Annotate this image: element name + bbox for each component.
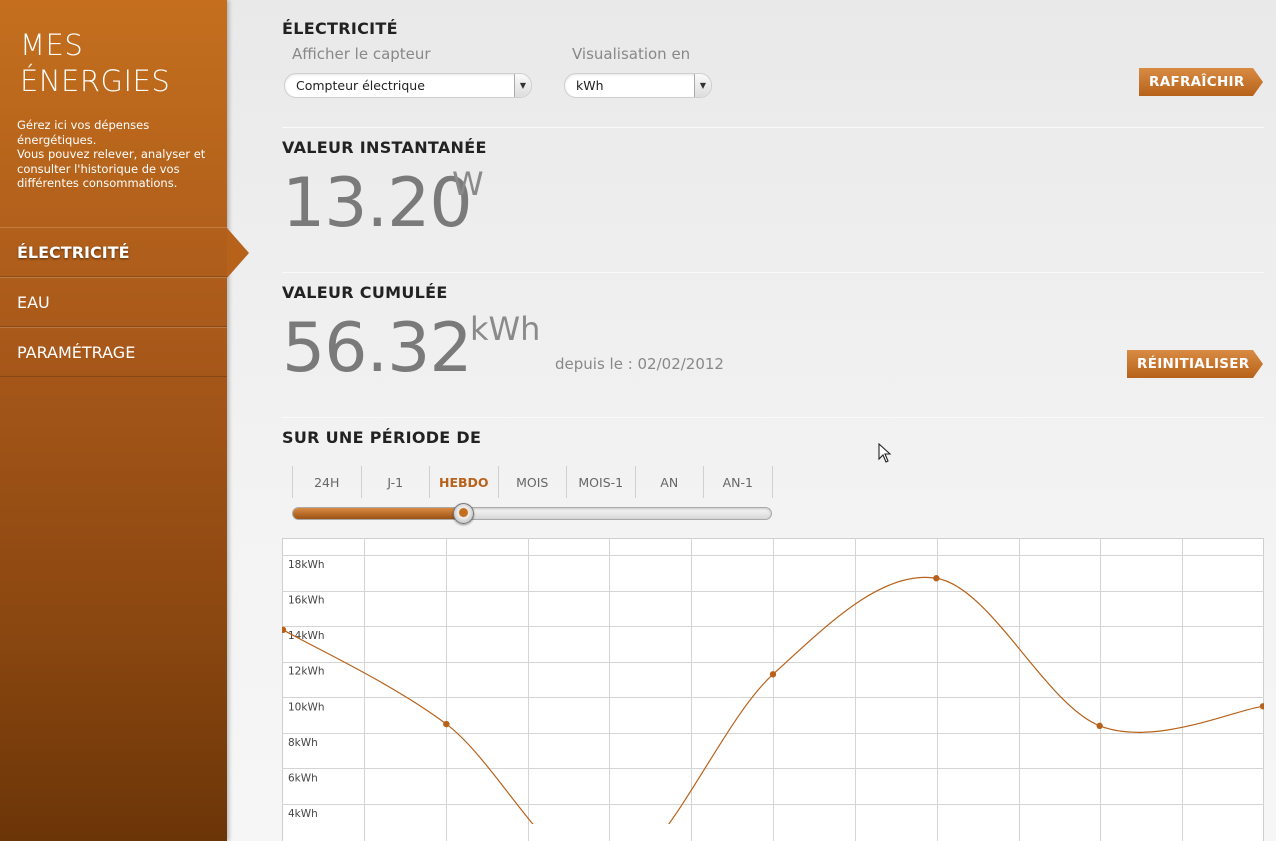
app-title: MES ÉNERGIES <box>20 28 171 98</box>
chart-data-point <box>1096 722 1103 730</box>
tab-label: AN-1 <box>722 474 753 490</box>
tab-an[interactable]: AN <box>636 466 704 498</box>
sensor-select[interactable]: Compteur électrique ▼ <box>284 73 532 98</box>
unit-select-value: kWh <box>576 78 604 93</box>
app-description: Gérez ici vos dépenses énergétiques. Vou… <box>17 118 206 190</box>
tab-an-1[interactable]: AN-1 <box>704 466 773 498</box>
cumulative-title: VALEUR CUMULÉE <box>282 283 448 302</box>
chart-data-point <box>769 671 777 678</box>
tab-label: J-1 <box>387 474 404 490</box>
tab-label: 24H <box>314 474 340 490</box>
tab-24h[interactable]: 24H <box>293 466 362 498</box>
since-date: depuis le : 02/02/2012 <box>555 355 724 373</box>
tab-hebdo[interactable]: HEBDO <box>430 466 499 498</box>
slider-handle[interactable] <box>452 503 474 524</box>
consumption-chart: 4kWh 6kWh 8kWh 10kWh 12kWh 14kWh 16kWh 18kWh <box>282 538 1264 841</box>
sensor-label: Afficher le capteur <box>292 45 431 63</box>
y-tick-label: 4kWh <box>288 808 318 820</box>
y-tick-label: 10kWh <box>288 701 324 713</box>
tab-mois-1[interactable]: MOIS-1 <box>567 466 636 498</box>
cumulative-unit: kWh <box>470 310 541 348</box>
sidebar-nav: ÉLECTRICITÉ EAU PARAMÉTRAGE <box>0 227 249 377</box>
cumulative-value: 56.32 <box>282 309 473 388</box>
mouse-pointer-icon <box>878 443 892 463</box>
period-tabs: 24H J-1 HEBDO MOIS MOIS-1 AN AN-1 <box>292 466 773 498</box>
page-title: ÉLECTRICITÉ <box>282 19 398 38</box>
divider <box>282 272 1264 273</box>
tab-j-1[interactable]: J-1 <box>362 466 430 498</box>
chevron-down-icon[interactable]: ▼ <box>694 74 711 97</box>
period-title: SUR UNE PÉRIODE DE <box>282 428 482 447</box>
period-slider[interactable] <box>292 503 772 524</box>
unit-select[interactable]: kWh ▼ <box>564 73 712 98</box>
tab-label: HEBDO <box>438 474 489 490</box>
reset-button[interactable]: RÉINITIALISER <box>1127 350 1263 378</box>
sidebar: MES ÉNERGIES Gérez ici vos dépenses éner… <box>0 0 249 841</box>
sidebar-item-parametrage[interactable]: PARAMÉTRAGE <box>0 327 227 377</box>
refresh-button[interactable]: RAFRAÎCHIR <box>1139 68 1263 96</box>
sidebar-item-label: EAU <box>17 292 50 312</box>
tab-label: MOIS-1 <box>578 474 624 490</box>
reset-button-label: RÉINITIALISER <box>1137 356 1250 372</box>
sidebar-item-label: PARAMÉTRAGE <box>17 342 136 362</box>
instant-unit: W <box>452 165 484 203</box>
chevron-down-icon[interactable]: ▼ <box>514 74 531 97</box>
y-tick-label: 18kWh <box>288 559 324 571</box>
refresh-button-label: RAFRAÎCHIR <box>1149 74 1245 90</box>
sidebar-item-label: ÉLECTRICITÉ <box>17 242 130 262</box>
tab-label: MOIS <box>516 474 549 490</box>
chart-data-point <box>933 575 940 582</box>
slider-fill <box>293 508 470 519</box>
divider <box>282 417 1264 418</box>
instant-title: VALEUR INSTANTANÉE <box>282 138 487 157</box>
tab-label: AN <box>660 474 679 490</box>
sidebar-item-electricite[interactable]: ÉLECTRICITÉ <box>0 227 249 278</box>
tab-mois[interactable]: MOIS <box>499 466 567 498</box>
view-label: Visualisation en <box>572 45 691 63</box>
y-tick-label: 8kWh <box>288 737 318 749</box>
chart-data-point <box>443 720 450 728</box>
y-tick-label: 16kWh <box>288 595 324 607</box>
main-content: ÉLECTRICITÉ Afficher le capteur Compteur… <box>282 0 1264 841</box>
chart-svg: 4kWh6kWh8kWh10kWh12kWh14kWh16kWh18kWh <box>282 538 1264 841</box>
divider <box>282 127 1264 128</box>
instant-value: 13.20 <box>282 164 473 243</box>
sidebar-item-eau[interactable]: EAU <box>0 277 227 327</box>
y-tick-label: 12kWh <box>288 666 324 678</box>
sensor-select-value: Compteur électrique <box>296 78 425 93</box>
y-tick-label: 6kWh <box>288 772 318 784</box>
